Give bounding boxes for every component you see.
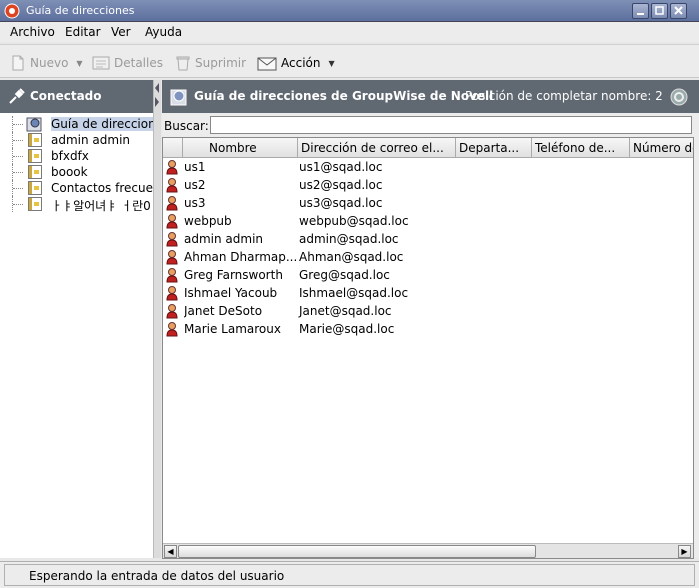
trash-icon [176, 56, 190, 71]
menu-ver[interactable]: Ver [111, 25, 131, 39]
column-header-icon[interactable] [163, 138, 183, 158]
user-icon [166, 304, 178, 319]
user-icon [166, 178, 178, 193]
user-icon [166, 196, 178, 211]
search-label: Buscar: [164, 119, 209, 133]
column-header-number[interactable]: Número de [630, 138, 693, 158]
envelope-icon [257, 57, 277, 71]
connection-status: Conectado [30, 89, 102, 103]
addressbook-icon [170, 89, 187, 106]
user-icon [166, 268, 178, 283]
tree-item-korean[interactable]: ㅏㅑ알어녀ㅑ ㅓ란0 [0, 196, 154, 213]
book-icon [28, 181, 42, 195]
column-header-name[interactable]: Nombre [183, 138, 298, 158]
search-input[interactable] [210, 116, 692, 134]
table-row[interactable]: us1 us1@sqad.loc [163, 158, 693, 176]
menu-ayuda[interactable]: Ayuda [145, 25, 182, 39]
addressbook-icon [26, 117, 42, 132]
action-button[interactable]: Acción ▼ [257, 53, 335, 73]
table-row[interactable]: Ahman Dharmap... Ahman@sqad.loc [163, 248, 693, 266]
table-row[interactable]: Greg Farnsworth Greg@sqad.loc [163, 266, 693, 284]
user-icon [166, 286, 178, 301]
right-panel: Guía de direcciones de GroupWise de Nove… [162, 80, 699, 559]
close-button[interactable] [670, 3, 687, 19]
details-icon [92, 56, 110, 70]
delete-button[interactable]: Suprimir [175, 53, 246, 73]
user-icon [166, 322, 178, 337]
contacts-table: Nombre Dirección de correo el... Departa… [162, 137, 694, 559]
column-header-email[interactable]: Dirección de correo el... [298, 138, 456, 158]
tree-item-contactos-frecuentes[interactable]: Contactos frecuentes [0, 180, 154, 196]
table-row[interactable]: Marie Lamaroux Marie@sqad.loc [163, 320, 693, 338]
window-title: Guía de direcciones [26, 4, 135, 17]
status-text: Esperando la entrada de datos del usuari… [29, 569, 285, 583]
book-icon [28, 149, 42, 163]
table-row[interactable]: webpub webpub@sqad.loc [163, 212, 693, 230]
tree-item-boook[interactable]: boook [0, 164, 154, 180]
table-row[interactable]: us3 us3@sqad.loc [163, 194, 693, 212]
book-icon [28, 165, 42, 179]
completion-position: Posición de completar nombre: 2 [465, 89, 663, 103]
user-icon [166, 214, 178, 229]
panel-splitter[interactable] [153, 80, 161, 558]
new-document-icon [12, 55, 24, 71]
horizontal-scrollbar[interactable]: ◀ ▶ [163, 543, 693, 558]
user-icon [166, 250, 178, 265]
table-row[interactable]: us2 us2@sqad.loc [163, 176, 693, 194]
column-header-phone[interactable]: Teléfono de... [532, 138, 630, 158]
table-row[interactable]: admin admin admin@sqad.loc [163, 230, 693, 248]
new-button[interactable]: Nuevo ▼ [10, 53, 83, 73]
user-icon [166, 232, 178, 247]
menubar: Archivo Editar Ver Ayuda [0, 22, 699, 42]
details-button[interactable]: Detalles [92, 53, 163, 73]
menu-editar[interactable]: Editar [65, 25, 101, 39]
search-row: Buscar: [162, 116, 699, 136]
scroll-right-button[interactable]: ▶ [678, 545, 691, 558]
scroll-left-button[interactable]: ◀ [164, 545, 177, 558]
chevron-down-icon: ▼ [76, 58, 83, 68]
left-panel-header: Conectado [0, 80, 160, 113]
book-icon [28, 197, 42, 211]
scrollbar-thumb[interactable] [178, 545, 536, 558]
chevron-left-icon [155, 83, 159, 93]
table-header: Nombre Dirección de correo el... Departa… [163, 138, 693, 158]
chevron-right-icon [155, 97, 159, 107]
addressbook-title: Guía de direcciones de GroupWise de Nove… [194, 89, 494, 103]
statusbar: Esperando la entrada de datos del usuari… [0, 561, 699, 588]
minimize-button[interactable] [632, 3, 649, 19]
tree-item-guia[interactable]: Guía de direcciones [0, 116, 154, 132]
book-icon [28, 133, 42, 147]
left-panel: Conectado Guía de direcciones admin admi… [0, 80, 160, 558]
groupwise-logo-icon [670, 88, 688, 106]
window-titlebar: Guía de direcciones [0, 0, 699, 22]
groupwise-app-icon [4, 3, 20, 19]
tree-item-admin[interactable]: admin admin [0, 132, 154, 148]
table-row[interactable]: Janet DeSoto Janet@sqad.loc [163, 302, 693, 320]
table-row[interactable]: Ishmael Yacoub Ishmael@sqad.loc [163, 284, 693, 302]
column-header-department[interactable]: Departa... [456, 138, 532, 158]
maximize-button[interactable] [651, 3, 668, 19]
right-panel-header: Guía de direcciones de GroupWise de Nove… [162, 80, 699, 113]
toolbar: Nuevo ▼ Detalles Suprimir Acción ▼ [0, 44, 699, 78]
plug-connected-icon [9, 88, 25, 104]
menu-archivo[interactable]: Archivo [10, 25, 55, 39]
tree-item-bfxdfx[interactable]: bfxdfx [0, 148, 154, 164]
chevron-down-icon: ▼ [328, 58, 335, 68]
user-icon [166, 160, 178, 175]
